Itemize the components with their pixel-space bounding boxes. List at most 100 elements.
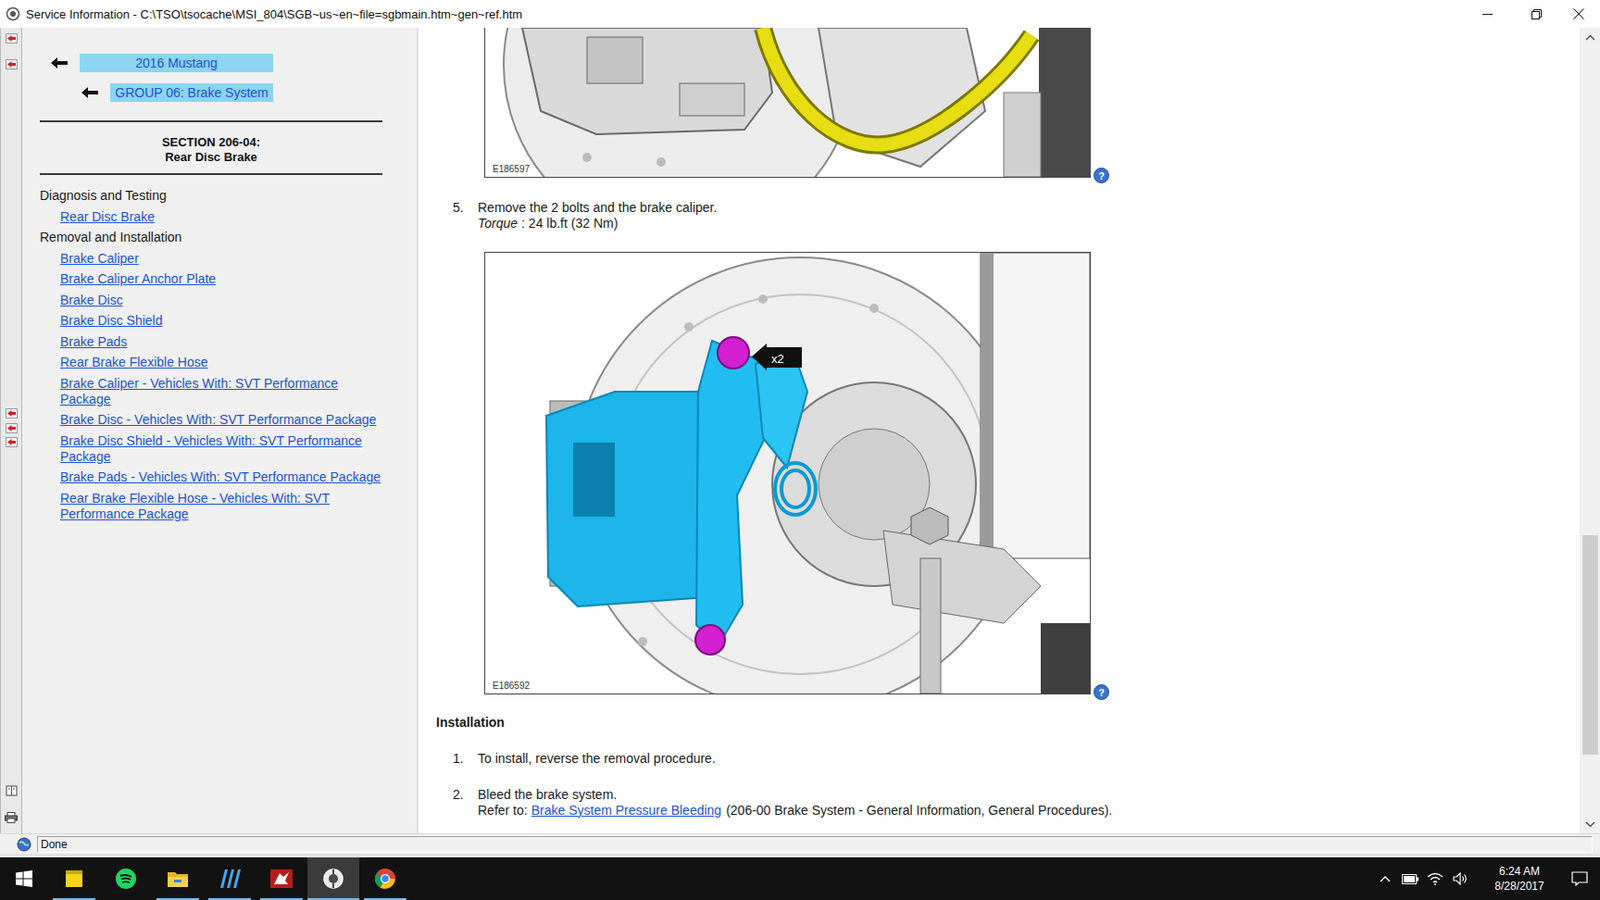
taskbar-app[interactable] (48, 857, 100, 900)
nav-prev-icon[interactable] (5, 423, 18, 434)
tool-button[interactable] (4, 58, 18, 70)
start-button[interactable] (0, 857, 49, 900)
system-tray: 6:24 AM8/28/2017 (1372, 857, 1600, 900)
chevron-down-icon (1585, 821, 1596, 828)
volume-control[interactable] (1447, 857, 1473, 900)
figure-code: E186592 (492, 680, 530, 691)
section-name: Rear Disc Brake (39, 150, 383, 165)
taskbar-app[interactable] (100, 857, 152, 900)
editor-icon (217, 867, 242, 890)
divider (39, 120, 383, 123)
nav-link[interactable]: Brake Pads - Vehicles With: SVT Performa… (39, 469, 381, 486)
tray-expand[interactable] (1372, 857, 1398, 900)
breadcrumb-link[interactable]: GROUP 06: Brake System (110, 83, 274, 102)
back-arrow-icon[interactable] (50, 57, 68, 69)
chevron-up-icon (1379, 875, 1391, 883)
tool-button[interactable] (4, 812, 18, 824)
procedure-step: 1.To install, reverse the removal proced… (418, 750, 1580, 767)
nav-link[interactable]: Brake Disc (39, 292, 381, 309)
nav-link[interactable]: Rear Brake Flexible Hose (39, 354, 381, 371)
taskbar-app[interactable] (255, 857, 308, 900)
battery-status[interactable] (1397, 857, 1423, 900)
nav-link[interactable]: Brake Pads (39, 334, 381, 350)
notes-icon (63, 868, 85, 889)
window-title: Service Information - C:\TSO\tsocache\MS… (25, 7, 1466, 22)
close-button[interactable] (1557, 0, 1600, 28)
back-icon[interactable] (5, 33, 18, 44)
nav-link[interactable]: Brake Disc Shield - Vehicles With: SVT P… (39, 433, 381, 465)
nav-heading: Diagnosis and Testing (39, 187, 417, 204)
restore-button[interactable] (1514, 0, 1558, 28)
nav-up-icon[interactable] (5, 408, 18, 419)
torque-spec: Torque: 24 lb.ft (32 Nm) (477, 215, 717, 232)
nav-link[interactable]: Rear Disc Brake (39, 209, 381, 225)
main-area: 2016 Mustang GROUP 06: Brake System SECTIO… (0, 27, 1600, 834)
clock[interactable]: 6:24 AM8/28/2017 (1483, 863, 1556, 894)
taskbar-app[interactable] (307, 857, 360, 900)
breadcrumb-link[interactable]: 2016 Mustang (79, 53, 274, 73)
speaker-icon (1452, 872, 1468, 886)
taskbar: 6:24 AM8/28/2017 (0, 857, 1600, 900)
divider (39, 173, 383, 175)
nav-link[interactable]: Brake Caliper Anchor Plate (39, 271, 381, 288)
explorer-icon (166, 868, 189, 889)
wifi-icon (1426, 872, 1444, 886)
status-bar: Done (0, 833, 1600, 854)
minimize-button[interactable] (1465, 0, 1509, 28)
scrollbar[interactable] (1579, 27, 1600, 834)
help-button[interactable]: ? (1093, 684, 1110, 700)
tool-button[interactable] (4, 32, 18, 44)
windows-icon (15, 870, 33, 888)
step-text: Remove the 2 bolts and the brake caliper… (477, 200, 717, 216)
nav-link[interactable]: Brake Disc - Vehicles With: SVT Performa… (39, 412, 381, 428)
chevron-up-icon (1585, 34, 1596, 41)
book-icon[interactable] (5, 785, 18, 797)
chrome-icon (374, 867, 397, 890)
nav-heading: Removal and Installation (39, 229, 417, 246)
nav-link[interactable]: Brake Disc Shield (39, 312, 381, 329)
section-heading: Installation (418, 714, 1580, 731)
scroll-track[interactable] (1579, 46, 1600, 815)
globe-icon (16, 837, 32, 852)
network-status[interactable] (1422, 857, 1448, 900)
reference-link[interactable]: Brake System Pressure Bleeding (531, 802, 725, 818)
nav-next-icon[interactable] (5, 437, 18, 448)
step-text: Bleed the brake system. (477, 787, 1113, 803)
tool-strip (0, 27, 23, 834)
step-text: To install, reverse the removal procedur… (477, 750, 716, 767)
taskbar-app[interactable] (151, 857, 204, 900)
procedure-step: 5.Remove the 2 bolts and the brake calip… (418, 200, 1580, 232)
help-button[interactable]: ? (1093, 167, 1110, 184)
nav-link[interactable]: Rear Brake Flexible Hose - Vehicles With… (39, 490, 381, 523)
nav-link[interactable]: Brake Caliper (39, 250, 381, 267)
app-icon (5, 6, 21, 22)
figure-frame: x2E186592 (484, 251, 1091, 695)
action-center-button[interactable] (1559, 857, 1600, 900)
taskbar-app[interactable] (359, 857, 412, 900)
nav-link[interactable]: Brake Caliper - Vehicles With: SVT Perfo… (39, 375, 381, 408)
scroll-down-button[interactable] (1579, 814, 1600, 834)
figure-frame: E186597 (484, 27, 1091, 178)
scroll-up-button[interactable] (1579, 27, 1600, 47)
tool-button[interactable] (4, 407, 18, 419)
section-title: SECTION 206-04:Rear Disc Brake (39, 135, 383, 165)
game-icon (269, 867, 294, 890)
title-bar: Service Information - C:\TSO\tsocache\MS… (0, 0, 1600, 28)
service-icon (322, 867, 345, 890)
forward-icon[interactable] (5, 59, 18, 70)
app-window: Service Information - C:\TSO\tsocache\MS… (0, 0, 1600, 900)
taskbar-app[interactable] (203, 857, 256, 900)
tool-button[interactable] (4, 436, 18, 448)
scroll-thumb[interactable] (1582, 535, 1599, 755)
nav-group: Removal and Installation Brake Caliper Bra… (39, 229, 417, 527)
procedure-step: 2.Bleed the brake system.Refer to:Brake … (418, 787, 1580, 819)
printer-icon[interactable] (4, 812, 18, 824)
status-text: Done (37, 836, 1593, 853)
back-arrow-icon[interactable] (81, 87, 99, 99)
tool-button[interactable] (4, 785, 18, 797)
clock-time: 6:24 AM (1499, 863, 1540, 879)
nav-panel: 2016 Mustang GROUP 06: Brake System SECTIO… (22, 27, 419, 834)
tool-button[interactable] (4, 422, 18, 434)
document-content: E186597? 5.Remove the 2 bolts and the bra… (418, 27, 1580, 834)
clock-date: 8/28/2017 (1494, 878, 1544, 894)
